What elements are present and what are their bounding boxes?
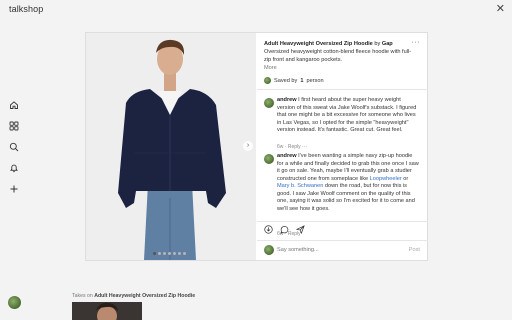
pagination-dot[interactable] — [158, 252, 161, 255]
comment-username[interactable]: andrew — [277, 153, 297, 159]
comment-composer: Post — [257, 243, 428, 261]
loopwheeler-link[interactable]: Loopwheeler — [370, 176, 402, 182]
top-bar: talkshop ✕ — [0, 0, 512, 18]
user-avatar[interactable] — [8, 296, 21, 309]
product-modal: › Adult Heavyweight Oversized Zip Hoodie… — [85, 32, 428, 261]
home-icon[interactable] — [7, 98, 21, 112]
pagination-dot[interactable] — [153, 252, 156, 255]
mary-b-schwanen-link[interactable]: Mary b. Schwanen — [277, 183, 323, 189]
divider — [257, 240, 428, 241]
pagination-dot[interactable] — [168, 252, 171, 255]
app-logo[interactable]: talkshop — [9, 4, 43, 14]
post-button[interactable]: Post — [409, 247, 420, 253]
divider — [257, 89, 428, 90]
comment-body-part: or — [403, 175, 409, 182]
product-photo[interactable]: › — [86, 33, 256, 260]
plus-icon[interactable] — [7, 182, 21, 196]
saved-suffix: person — [306, 77, 324, 84]
comment-meta: 6w · Reply ··· — [277, 144, 308, 150]
photo-pagination — [153, 252, 186, 255]
action-bar — [264, 225, 305, 234]
takes-heading: Takes on Adult Heavyweight Oversized Zip… — [72, 293, 195, 299]
comment-more-icon[interactable]: ··· — [302, 144, 307, 150]
grid-icon[interactable] — [7, 119, 21, 133]
commenter-avatar[interactable] — [264, 154, 274, 164]
close-icon[interactable]: ✕ — [496, 2, 505, 15]
pagination-dot[interactable] — [178, 252, 181, 255]
more-options-icon[interactable]: ··· — [412, 39, 421, 46]
product-description: Oversized heavyweight cotton-blend fleec… — [264, 49, 412, 63]
more-link[interactable]: More — [264, 65, 277, 71]
pagination-dot[interactable] — [163, 252, 166, 255]
detail-panel: Adult Heavyweight Oversized Zip Hoodie b… — [257, 33, 428, 260]
comment-text: andrew I've been wanting a simple navy z… — [277, 153, 420, 213]
product-name[interactable]: Adult Heavyweight Oversized Zip Hoodie — [264, 41, 373, 47]
saver-avatar — [264, 77, 271, 84]
takes-title[interactable]: Adult Heavyweight Oversized Zip Hoodie — [94, 293, 195, 299]
divider — [257, 221, 428, 222]
download-icon[interactable] — [264, 225, 273, 234]
bell-icon[interactable] — [7, 161, 21, 175]
comment-body: I first heard about the super heavy weig… — [277, 97, 417, 133]
brand-name[interactable]: Gap — [382, 41, 393, 47]
composer-avatar — [264, 245, 274, 255]
saved-prefix: Saved by — [274, 77, 298, 84]
pagination-dot[interactable] — [173, 252, 176, 255]
pagination-dot[interactable] — [183, 252, 186, 255]
share-icon[interactable] — [296, 225, 305, 234]
commenter-avatar[interactable] — [264, 98, 274, 108]
side-nav — [7, 98, 21, 203]
product-title: Adult Heavyweight Oversized Zip Hoodie b… — [264, 41, 414, 49]
reply-button[interactable]: Reply — [288, 144, 301, 150]
comment-icon[interactable] — [280, 225, 289, 234]
comment-text: andrew I first heard about the super hea… — [277, 97, 420, 135]
saved-by[interactable]: Saved by 1 person — [264, 77, 324, 84]
takes-prefix: Takes on — [72, 293, 93, 299]
next-photo-button[interactable]: › — [243, 141, 253, 151]
comment-username[interactable]: andrew — [277, 97, 297, 103]
by-label: by — [374, 41, 381, 47]
comment-input[interactable] — [277, 245, 397, 255]
comment-time: 6w — [277, 144, 284, 150]
take-thumbnail[interactable] — [72, 302, 142, 320]
search-icon[interactable] — [7, 140, 21, 154]
saved-count: 1 — [300, 77, 304, 84]
